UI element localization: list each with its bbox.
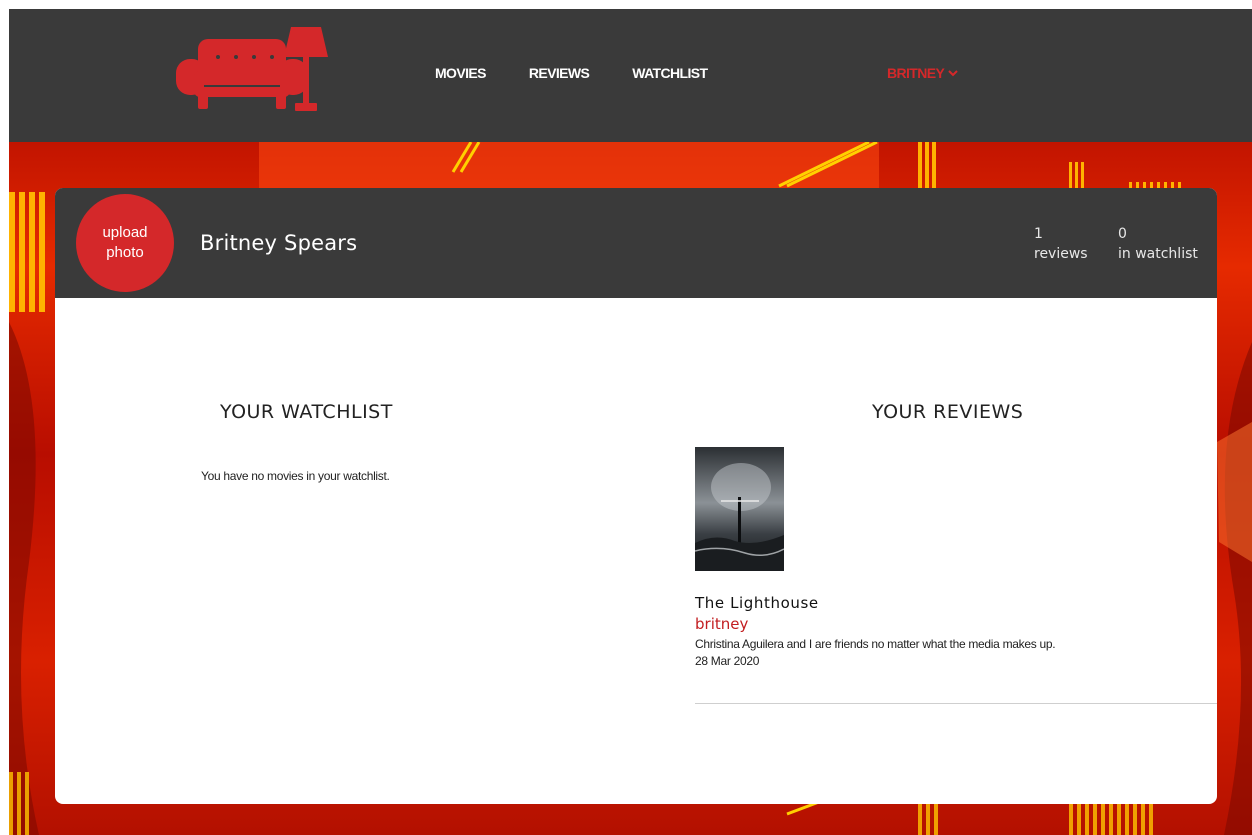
upload-photo-label: upload photo	[102, 224, 148, 261]
user-menu-label: BRITNEY	[887, 65, 945, 81]
watchlist-heading: YOUR WATCHLIST	[220, 401, 393, 423]
couch-lamp-logo-icon[interactable]	[176, 27, 331, 115]
nav-reviews-link[interactable]: REVIEWS	[529, 65, 590, 81]
watchlist-empty-message: You have no movies in your watchlist.	[201, 469, 390, 483]
review-divider	[695, 703, 1217, 704]
reviews-stat[interactable]: 1 reviews	[1034, 224, 1088, 264]
main-nav: MOVIES REVIEWS WATCHLIST	[435, 65, 750, 81]
reviews-stat-label: reviews	[1034, 246, 1088, 262]
profile-header: upload photo Britney Spears 1 reviews 0 …	[55, 188, 1217, 298]
review-movie-title[interactable]: The Lighthouse	[695, 594, 819, 612]
watchlist-stat[interactable]: 0 in watchlist	[1118, 224, 1198, 264]
chevron-down-icon	[948, 70, 958, 77]
watchlist-count: 0	[1118, 226, 1127, 242]
upload-photo-button[interactable]: upload photo	[76, 194, 174, 292]
profile-name: Britney Spears	[200, 231, 358, 255]
review-text: Christina Aguilera and I are friends no …	[695, 637, 1056, 651]
reviews-count: 1	[1034, 226, 1043, 242]
nav-watchlist-link[interactable]: WATCHLIST	[632, 65, 708, 81]
review-date: 28 Mar 2020	[695, 654, 760, 668]
reviews-heading: YOUR REVIEWS	[872, 401, 1024, 423]
top-navbar: MOVIES REVIEWS WATCHLIST BRITNEY	[9, 9, 1252, 142]
watchlist-stat-label: in watchlist	[1118, 246, 1198, 262]
profile-card: upload photo Britney Spears 1 reviews 0 …	[55, 188, 1217, 804]
page: MOVIES REVIEWS WATCHLIST BRITNEY upload …	[9, 9, 1252, 835]
nav-movies-link[interactable]: MOVIES	[435, 65, 486, 81]
review-username[interactable]: britney	[695, 615, 748, 633]
movie-poster-image[interactable]	[695, 447, 784, 571]
user-menu[interactable]: BRITNEY	[887, 65, 958, 81]
